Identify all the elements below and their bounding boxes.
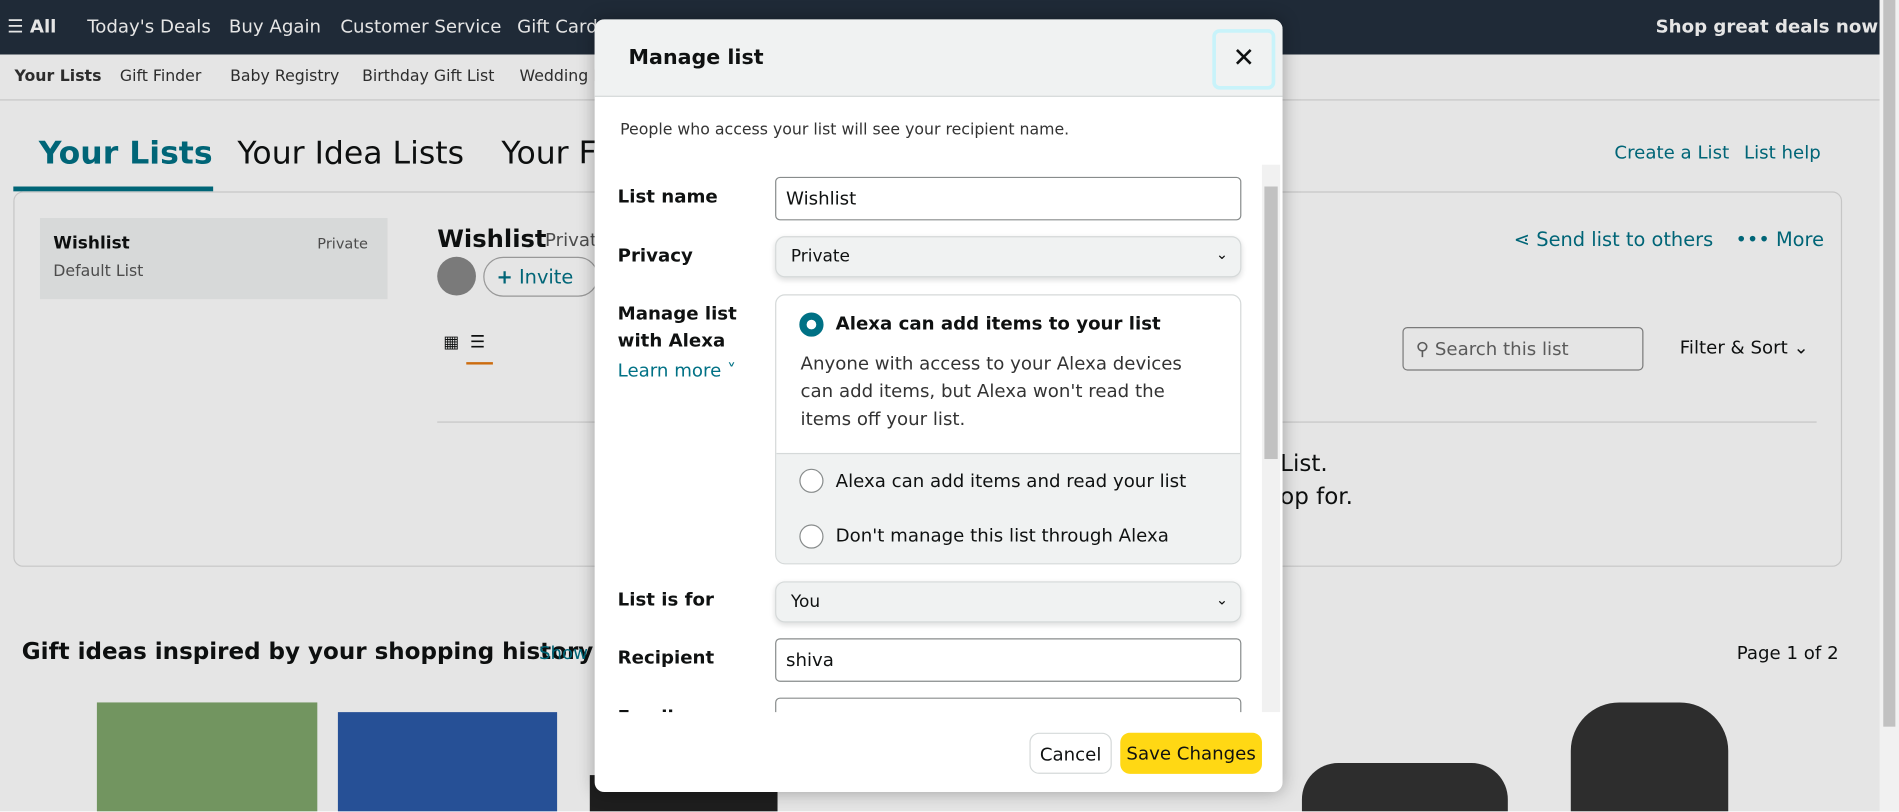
chevron-down-icon: ⌄ <box>1215 591 1229 608</box>
recipient-label: Recipient <box>617 646 715 669</box>
learn-more-link[interactable]: Learn more ˅ <box>618 360 736 382</box>
manage-list-modal: Manage list ✕ People who access your lis… <box>594 19 1283 793</box>
option-alexa-add-desc: Anyone with access to your Alexa devices… <box>800 352 1182 430</box>
privacy-select[interactable]: Private ⌄ <box>775 236 1242 278</box>
cancel-button[interactable]: Cancel <box>1029 732 1112 774</box>
list-name-input[interactable]: Wishlist <box>775 176 1242 221</box>
recipient-notice: People who access your list will see you… <box>620 121 1070 140</box>
recipient-input[interactable]: shiva <box>775 638 1242 682</box>
list-name-label: List name <box>617 185 718 208</box>
modal-scrollbar[interactable] <box>1261 164 1281 713</box>
option-alexa-read[interactable]: Alexa can add items and read your list <box>836 470 1187 492</box>
alexa-label-1: Manage list <box>617 302 737 325</box>
radio-alexa-read[interactable] <box>799 468 824 493</box>
list-for-select[interactable]: You ⌄ <box>775 581 1242 623</box>
alexa-label-2: with Alexa <box>617 329 726 352</box>
close-icon[interactable]: ✕ <box>1212 29 1276 90</box>
modal-header: Manage list ✕ <box>594 19 1283 97</box>
learn-more-label: Learn more <box>617 359 722 382</box>
modal-title: Manage list <box>628 46 764 71</box>
privacy-value: Private <box>790 247 850 267</box>
chevron-down-icon: ⌄ <box>1215 245 1229 263</box>
radio-alexa-none[interactable] <box>799 524 824 549</box>
radio-alexa-add[interactable] <box>799 312 824 337</box>
save-changes-button[interactable]: Save Changes <box>1120 732 1262 774</box>
alexa-options-group: Alexa can add items to your list Anyone … <box>775 294 1242 565</box>
list-for-label: List is for <box>617 588 715 611</box>
list-for-value: You <box>790 592 821 612</box>
email-input[interactable] <box>775 697 1242 713</box>
privacy-label: Privacy <box>617 244 693 267</box>
modal-form: List name Wishlist Privacy Private ⌄ Mana… <box>595 165 1261 713</box>
page-scrollbar-thumb[interactable] <box>1883 0 1896 727</box>
option-alexa-add[interactable]: Alexa can add items to your list <box>836 312 1161 334</box>
email-label: Email <box>618 704 674 712</box>
option-alexa-none[interactable]: Don't manage this list through Alexa <box>836 524 1169 546</box>
modal-scrollbar-thumb[interactable] <box>1264 186 1278 460</box>
